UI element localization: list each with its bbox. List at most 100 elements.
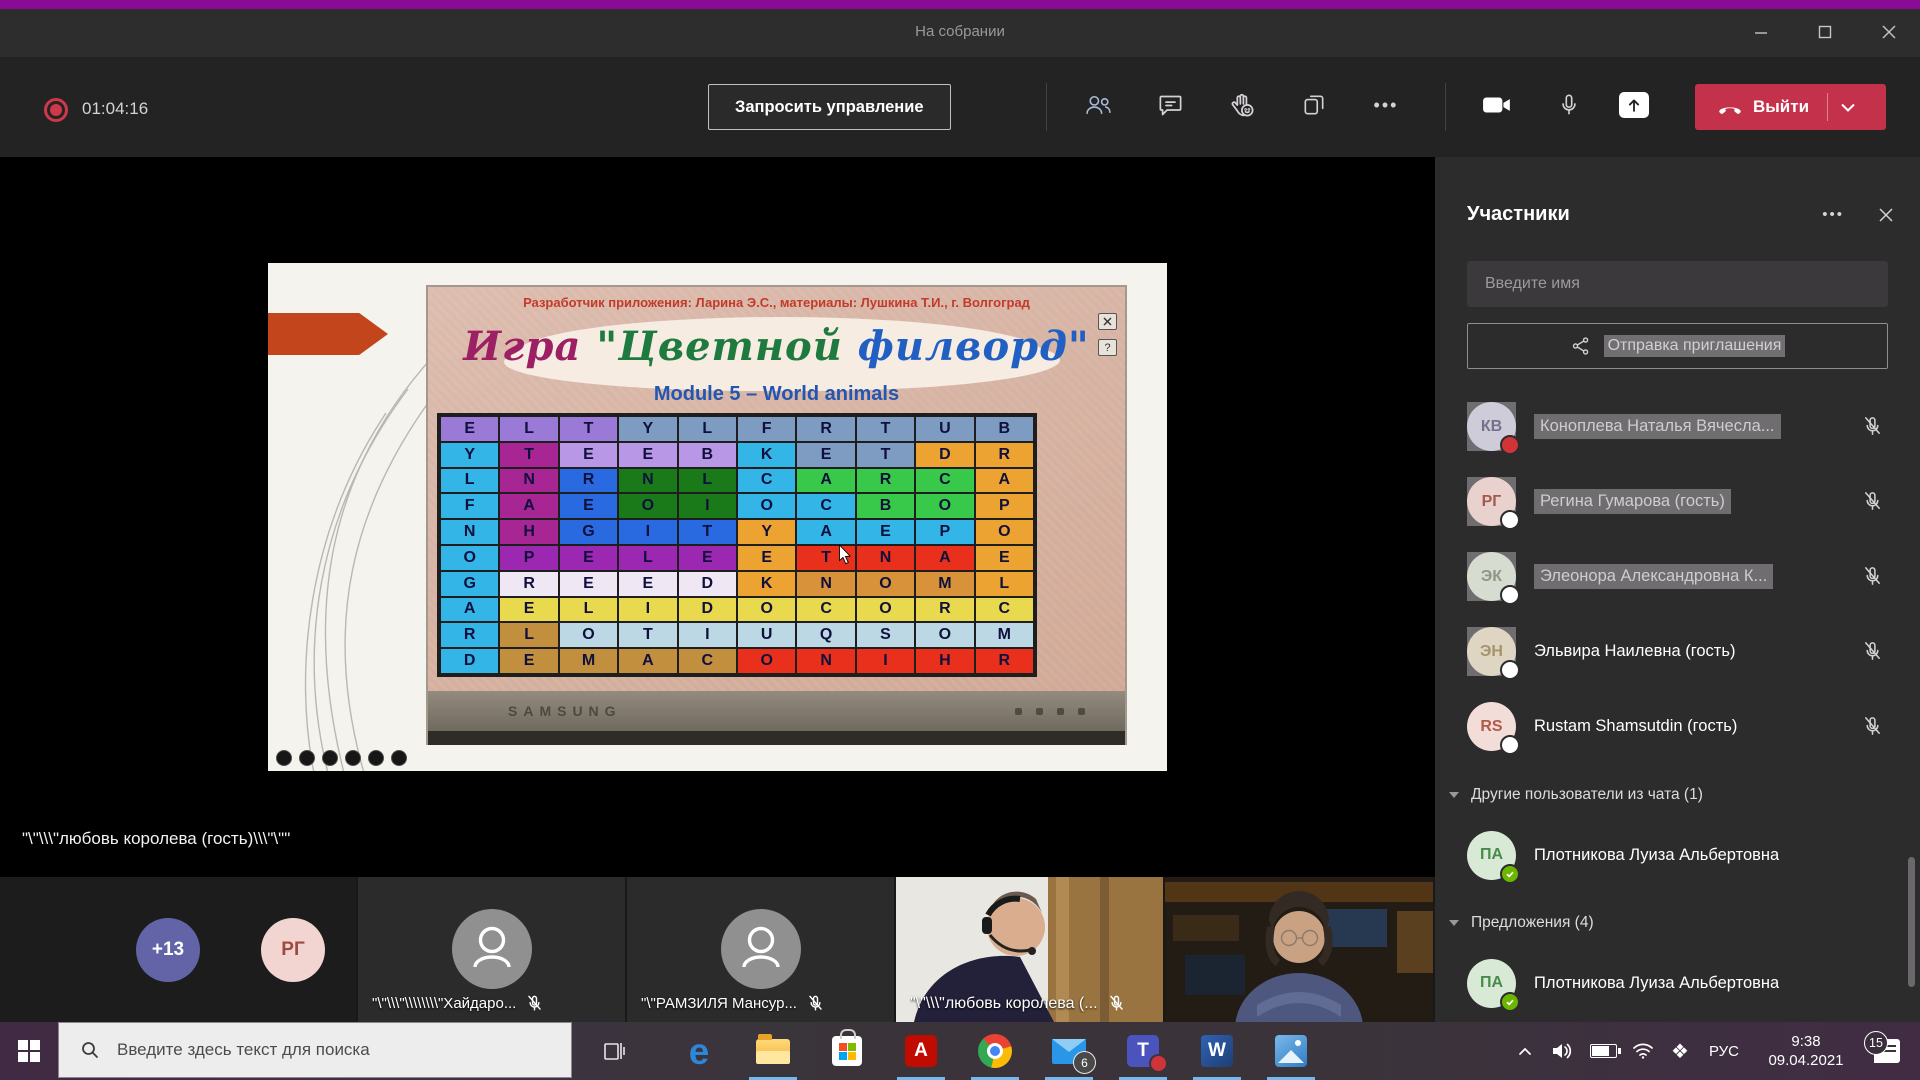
dropbox-icon[interactable]: ❖	[1662, 1039, 1698, 1064]
grid-cell: E	[559, 442, 618, 468]
leave-options-chevron-icon[interactable]	[1828, 103, 1868, 112]
mic-off-icon[interactable]	[1861, 490, 1884, 513]
grid-cell: R	[440, 622, 499, 648]
participant-row[interactable]: RSRustam Shamsutdin (гость)	[1435, 689, 1920, 764]
request-control-button[interactable]: Запросить управление	[708, 84, 951, 130]
participant-search[interactable]	[1467, 261, 1888, 307]
grid-cell: O	[915, 622, 974, 648]
presenter-controls[interactable]	[276, 750, 407, 766]
avatar: RS	[1467, 702, 1516, 751]
action-center-icon[interactable]: 15	[1862, 1039, 1912, 1063]
task-view-icon[interactable]	[586, 1022, 642, 1080]
grid-cell: P	[975, 493, 1034, 519]
participant-video-tile[interactable]: "\"\\\"\\\\\\\\"Хайдаро...	[358, 877, 625, 1022]
grid-cell: E	[559, 545, 618, 571]
participant-search-input[interactable]	[1483, 274, 1872, 294]
section-header[interactable]: Другие пользователи из чата (1)	[1435, 772, 1920, 818]
grid-cell: R	[796, 416, 855, 442]
shared-screen-stage: Разработчик приложения: Ларина Э.С., мат…	[0, 157, 1435, 877]
participant-video-tile[interactable]: "\"РАМЗИЛЯ Мансур...	[627, 877, 894, 1022]
minimize-icon[interactable]	[1744, 19, 1778, 45]
grid-cell: L	[975, 571, 1034, 597]
presence-badge-white	[1500, 735, 1520, 755]
grid-cell: A	[499, 493, 558, 519]
raise-hand-icon[interactable]	[1220, 83, 1264, 127]
avatar: ПА	[1467, 831, 1516, 880]
panel-scrollbar[interactable]	[1908, 857, 1915, 987]
panel-close-icon[interactable]	[1878, 207, 1894, 223]
grid-cell: U	[915, 416, 974, 442]
close-icon[interactable]	[1872, 19, 1906, 45]
grid-cell: R	[499, 571, 558, 597]
grid-cell: U	[737, 622, 796, 648]
mic-off-icon	[525, 994, 544, 1013]
maximize-icon[interactable]	[1808, 19, 1842, 45]
participant-row[interactable]: ПАПлотникова Луиза Альбертовна	[1435, 818, 1920, 892]
grid-cell: A	[915, 545, 974, 571]
overflow-tile[interactable]: +13 РГ	[0, 877, 356, 1022]
participants-icon[interactable]	[1076, 83, 1120, 127]
ms-store-icon[interactable]	[810, 1022, 884, 1080]
participant-row[interactable]: РГРегина Гумарова (гость)	[1435, 464, 1920, 539]
section-header[interactable]: Предложения (4)	[1435, 900, 1920, 946]
file-explorer-icon[interactable]	[736, 1022, 810, 1080]
grid-cell: H	[915, 648, 974, 674]
panel-title: Участники	[1467, 203, 1822, 226]
participant-row[interactable]: ПАПлотникова Луиза Альбертовна	[1435, 946, 1920, 1020]
grid-cell: L	[618, 545, 677, 571]
grid-cell: M	[559, 648, 618, 674]
acrobat-icon[interactable]: A	[884, 1022, 958, 1080]
grid-cell: E	[499, 597, 558, 623]
panel-more-icon[interactable]: •••	[1822, 206, 1844, 223]
volume-icon[interactable]	[1542, 1042, 1582, 1060]
language-indicator[interactable]: РУС	[1698, 1043, 1750, 1060]
grid-cell: I	[678, 622, 737, 648]
grid-cell: T	[856, 442, 915, 468]
invite-button[interactable]: Отправка приглашения	[1467, 323, 1888, 369]
grid-cell: E	[975, 545, 1034, 571]
mic-off-icon[interactable]	[1861, 415, 1884, 438]
wifi-icon[interactable]	[1624, 1043, 1662, 1059]
participant-row[interactable]: ЭКЭлеонора Александровна К...	[1435, 539, 1920, 614]
tray-time: 9:38	[1750, 1032, 1862, 1051]
teams-icon[interactable]: T	[1106, 1022, 1180, 1080]
taskbar-search-input[interactable]	[115, 1039, 539, 1061]
more-options-icon[interactable]: •••	[1364, 83, 1408, 127]
edge-icon[interactable]: e	[662, 1022, 736, 1080]
chrome-icon[interactable]	[958, 1022, 1032, 1080]
start-button[interactable]	[0, 1022, 58, 1080]
monitor-photo: Разработчик приложения: Ларина Э.С., мат…	[426, 285, 1127, 745]
clock[interactable]: 9:38 09.04.2021	[1750, 1032, 1862, 1070]
avatar: РГ	[261, 918, 325, 982]
mic-off-icon[interactable]	[1861, 715, 1884, 738]
battery-icon[interactable]	[1582, 1044, 1624, 1058]
mic-icon[interactable]	[1547, 83, 1591, 127]
leave-button[interactable]: Выйти	[1695, 84, 1886, 130]
grid-cell: K	[737, 571, 796, 597]
mic-off-icon[interactable]	[1861, 565, 1884, 588]
grid-cell: D	[915, 442, 974, 468]
word-icon[interactable]: W	[1180, 1022, 1254, 1080]
participant-row[interactable]: ЭНЭльвира Наилевна (гость)	[1435, 614, 1920, 689]
grid-cell: O	[737, 648, 796, 674]
mic-off-icon[interactable]	[1861, 640, 1884, 663]
video-filmstrip: +13 РГ "\"\\\"\\\\\\\\"Хайдаро... "\"РАМ…	[0, 877, 1435, 1022]
tray-chevron-up-icon[interactable]	[1508, 1046, 1542, 1056]
chat-icon[interactable]	[1148, 83, 1192, 127]
grid-cell: C	[915, 468, 974, 494]
participant-row[interactable]: КВКоноплева Наталья Вячесла...	[1435, 389, 1920, 464]
breakout-rooms-icon[interactable]	[1292, 83, 1336, 127]
slide-title: Игра "Цветной филворд"	[428, 323, 1125, 370]
photos-icon[interactable]	[1254, 1022, 1328, 1080]
participant-video-tile[interactable]: "\"\\\"любовь королева (...	[896, 877, 1163, 1022]
grid-cell: E	[856, 519, 915, 545]
grid-cell: M	[915, 571, 974, 597]
share-screen-icon[interactable]	[1619, 92, 1649, 118]
monitor-bezel: SAMSUNG	[428, 691, 1125, 731]
mail-icon[interactable]: 6	[1032, 1022, 1106, 1080]
grid-cell: E	[440, 416, 499, 442]
camera-icon[interactable]	[1475, 83, 1519, 127]
participant-video-tile[interactable]	[1165, 877, 1433, 1022]
participant-list: КВКоноплева Наталья Вячесла...РГРегина Г…	[1435, 389, 1920, 1020]
taskbar-search[interactable]	[58, 1022, 572, 1078]
